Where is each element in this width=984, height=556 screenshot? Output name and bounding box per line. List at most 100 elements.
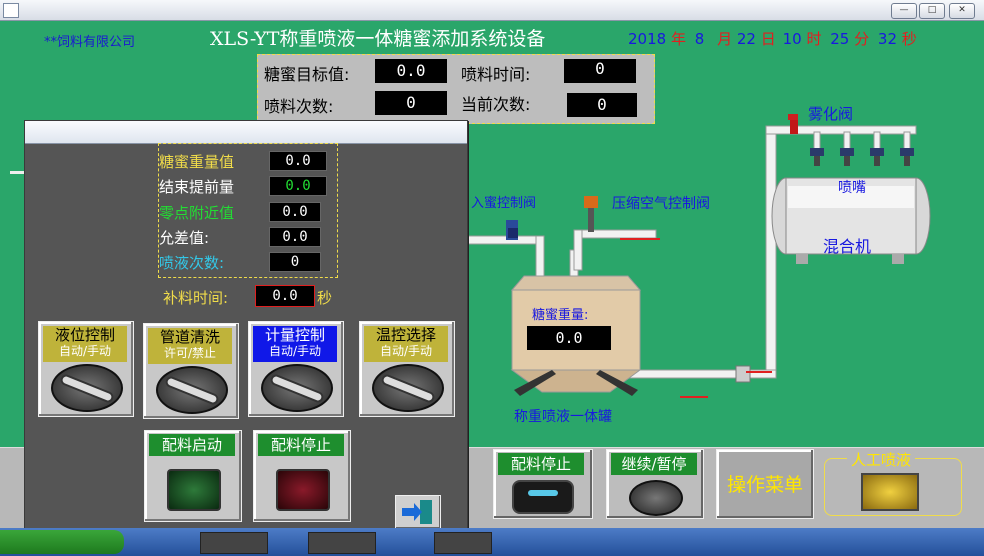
param-label: 允差值: [159, 229, 210, 247]
fill-time-value[interactable]: 0.0 [255, 285, 315, 307]
page-title: XLS-YT称重喷液一体糖蜜添加系统设备 [210, 28, 546, 50]
inlet-valve-icon[interactable] [506, 220, 518, 240]
knob-icon[interactable] [372, 364, 444, 412]
left-pipe-stub [10, 171, 24, 174]
spray-time-label: 喷料时间: [461, 65, 531, 84]
pipe-cleaning-switch[interactable]: 管道清洗 许可/禁止 [143, 323, 239, 419]
param-label: 零点附近值 [159, 204, 235, 222]
batch-start-button[interactable]: 配料启动 [144, 430, 242, 522]
switch-caption: 管道清洗 许可/禁止 [148, 328, 232, 364]
level-control-switch[interactable]: 液位控制 自动/手动 [38, 321, 134, 417]
param-value[interactable]: 0.0 [269, 151, 327, 171]
spray-time-value[interactable]: 0 [564, 59, 636, 83]
atomizing-valve-label: 雾化阀 [808, 105, 854, 123]
nozzle-valve-icon [810, 148, 914, 166]
param-row: 喷液次数: 0 [159, 250, 329, 274]
popup-title-bar [25, 121, 467, 144]
param-row: 糖蜜重量值 0.0 [159, 149, 329, 173]
param-value[interactable]: 0 [269, 252, 321, 272]
tank-weight-label: 糖蜜重量: [532, 308, 589, 323]
temperature-select-switch[interactable]: 温控选择 自动/手动 [359, 321, 455, 417]
batch-stop-button[interactable]: 配料停止 [493, 449, 593, 519]
nozzle-label: 喷嘴 [838, 180, 866, 196]
operation-menu-button[interactable]: 操作菜单 [716, 449, 814, 519]
manual-spray-lamp[interactable] [861, 473, 919, 511]
param-label: 结束提前量 [159, 178, 235, 196]
knob-icon[interactable] [51, 364, 123, 412]
second-value: 32 [877, 30, 897, 48]
switch-caption: 液位控制 自动/手动 [43, 326, 127, 362]
switch-subtitle: 许可/禁止 [163, 346, 217, 360]
metering-control-switch[interactable]: 计量控制 自动/手动 [248, 321, 344, 417]
switch-subtitle: 自动/手动 [268, 344, 322, 358]
manual-spray-label: 人工喷液 [847, 449, 916, 470]
switch-title: 液位控制 [54, 326, 115, 344]
param-row: 结束提前量 0.0 [159, 174, 329, 198]
mixer-label: 混合机 [823, 237, 872, 256]
switch-subtitle: 自动/手动 [379, 344, 433, 358]
outlet-valve-icon[interactable] [735, 365, 751, 383]
riser-pipe [765, 125, 777, 377]
taskbar-item[interactable] [434, 532, 492, 554]
year-value: 2018 [628, 30, 667, 48]
year-unit: 年 [670, 30, 686, 48]
knob-icon[interactable] [156, 366, 228, 414]
inlet-valve-label: 入蜜控制阀 [471, 196, 537, 211]
spray-count-value[interactable]: 0 [375, 91, 447, 115]
param-label: 喷液次数: [159, 254, 225, 272]
air-valve-icon[interactable] [584, 196, 598, 232]
exit-icon[interactable] [395, 495, 441, 529]
switch-caption: 计量控制 自动/手动 [253, 326, 337, 362]
taskbar-item[interactable] [200, 532, 268, 554]
tank-name-label: 称重喷液一体罐 [514, 409, 612, 425]
day-value: 22 [736, 30, 756, 48]
minimize-icon[interactable]: — [891, 3, 917, 19]
fill-time-unit: 秒 [317, 289, 333, 307]
batch-stop-popup-button[interactable]: 配料停止 [253, 430, 351, 522]
window-icon [3, 3, 19, 18]
manifold-pipe [765, 125, 917, 135]
second-unit: 秒 [901, 30, 917, 48]
window-title-bar: — □ ✕ [0, 0, 984, 21]
switch-title: 计量控制 [264, 326, 325, 344]
continue-pause-knob-icon[interactable] [629, 480, 683, 516]
taskbar-item[interactable] [308, 532, 376, 554]
hour-value: 10 [782, 30, 802, 48]
batch-stop-popup-label: 配料停止 [258, 434, 344, 456]
popup-parameter-group: 糖蜜重量值 0.0 结束提前量 0.0 零点附近值 0.0 允差值: 0.0 喷… [158, 143, 338, 278]
air-pipe [573, 229, 657, 239]
param-row: 允差值: 0.0 [159, 225, 329, 249]
company-name: **饲料有限公司 [44, 35, 136, 50]
tank-weight-value: 0.0 [527, 326, 611, 350]
spray-count-label: 喷料次数: [264, 97, 334, 116]
target-label: 糖蜜目标值: [264, 65, 350, 84]
flow-arrow [680, 396, 708, 398]
continue-pause-switch[interactable]: 继续/暂停 [606, 449, 704, 519]
batch-start-label: 配料启动 [149, 434, 235, 456]
param-value[interactable]: 0.0 [269, 227, 321, 247]
start-button[interactable] [0, 530, 124, 554]
process-diagram [460, 114, 931, 398]
continue-pause-label: 继续/暂停 [611, 453, 697, 475]
datetime-readout: 2018 年 8 月 22 日 10 时 25 分 32 秒 [628, 28, 917, 49]
param-row: 零点附近值 0.0 [159, 200, 329, 224]
taskbar [0, 528, 984, 556]
switch-title: 温控选择 [375, 326, 436, 344]
batch-stop-label: 配料停止 [498, 453, 584, 475]
knob-icon[interactable] [261, 364, 333, 412]
param-value[interactable]: 0.0 [269, 202, 321, 222]
switch-caption: 温控选择 自动/手动 [364, 326, 448, 362]
air-flow-arrow [620, 238, 660, 240]
maximize-icon[interactable]: □ [919, 3, 945, 19]
close-icon[interactable]: ✕ [949, 3, 975, 19]
minute-unit: 分 [854, 30, 870, 48]
stop-lamp [276, 469, 330, 511]
target-value[interactable]: 0.0 [375, 59, 447, 83]
air-valve-label: 压缩空气控制阀 [612, 196, 710, 212]
batch-stop-lamp [512, 480, 574, 514]
param-value[interactable]: 0.0 [269, 176, 327, 196]
settings-popup: 糖蜜重量值 0.0 结束提前量 0.0 零点附近值 0.0 允差值: 0.0 喷… [24, 120, 468, 542]
inlet-pipe [460, 235, 541, 245]
hour-unit: 时 [806, 30, 822, 48]
switch-title: 管道清洗 [159, 328, 220, 346]
